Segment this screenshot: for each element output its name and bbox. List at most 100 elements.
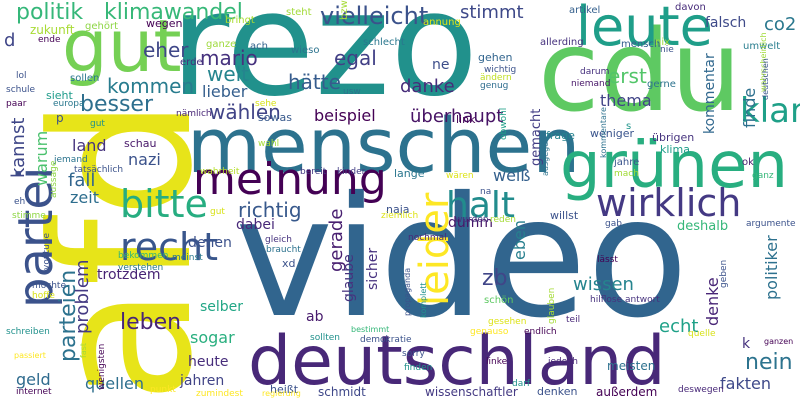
word: gesehen <box>488 317 527 327</box>
word: eben <box>510 220 529 260</box>
word: nochmal <box>408 233 447 243</box>
word: beispiel <box>314 106 376 125</box>
word: gut <box>210 207 225 217</box>
word: p <box>56 111 64 125</box>
word: schau <box>124 137 157 150</box>
word: schule <box>6 85 36 95</box>
word: jedoch <box>548 357 578 367</box>
word: klima <box>660 143 690 156</box>
word: sorry <box>402 349 425 359</box>
word: zumindest <box>196 389 243 399</box>
word: willst <box>550 209 579 222</box>
word: ausgegen <box>541 136 550 176</box>
word: schmidt <box>318 385 366 399</box>
word: bestimmt <box>351 325 390 334</box>
word: egal <box>334 46 377 70</box>
word: danke <box>400 76 455 97</box>
word: na <box>480 187 492 197</box>
word: lieber <box>202 82 248 101</box>
word: deutschen <box>761 58 770 100</box>
word: tatsächlich <box>74 165 124 175</box>
word: bekommen <box>118 251 169 261</box>
word: wären <box>446 171 474 181</box>
word: problem <box>72 259 93 334</box>
word: geben <box>719 259 729 288</box>
word: fakten <box>720 374 771 393</box>
word: ende <box>38 35 61 45</box>
word: quellen <box>85 374 145 393</box>
word: internet <box>16 387 52 397</box>
word: eh <box>14 197 26 207</box>
word: leben <box>120 310 182 335</box>
word: glauben <box>547 287 557 324</box>
word: nazi <box>128 150 161 169</box>
word: hilflose antwort <box>590 295 660 305</box>
word: sowas <box>258 111 292 124</box>
word: quelle <box>688 329 716 339</box>
word: k <box>742 336 751 352</box>
word: finden <box>404 363 433 373</box>
word: darum <box>580 67 610 77</box>
word: warum <box>32 130 51 186</box>
word: kommentar <box>702 53 718 134</box>
word: regierung <box>262 389 301 398</box>
word: ach <box>250 41 268 52</box>
word: sogar <box>190 328 235 347</box>
word: gleich <box>265 235 292 245</box>
word: wenigsten <box>97 343 107 390</box>
word: link <box>456 113 476 126</box>
word: argumente <box>746 219 796 229</box>
word: mach <box>614 169 639 179</box>
word: ganze <box>206 39 237 50</box>
word: schön <box>484 295 514 306</box>
word: zeit <box>70 188 99 207</box>
word: wissenschaftler <box>425 385 518 399</box>
word: frage <box>546 129 575 142</box>
word: propaganda <box>403 267 412 316</box>
word: meinung <box>193 154 387 205</box>
word: selber <box>200 299 244 315</box>
word: gab <box>605 219 622 229</box>
word: allerding <box>540 37 584 48</box>
word: ne <box>432 57 450 73</box>
word: youtube <box>42 232 52 270</box>
word: xd <box>282 257 296 270</box>
word: schlecht <box>363 37 405 48</box>
word-cloud: video afd rezo cdu menschen deutschland … <box>0 0 800 400</box>
word: gut <box>90 119 105 129</box>
word: falsch <box>705 15 747 31</box>
word: nein <box>745 350 793 375</box>
word: reden <box>490 215 516 225</box>
word: genug <box>480 81 509 91</box>
word: genauso <box>470 327 509 337</box>
word: land <box>72 136 107 155</box>
word: nämlich <box>176 109 212 119</box>
word: politik <box>16 0 84 25</box>
word: steht <box>286 7 312 18</box>
word: hoffe <box>32 291 55 301</box>
word: außerdem <box>596 385 658 399</box>
word: niemand <box>571 79 611 89</box>
word: davon <box>675 2 706 13</box>
word: wahrheit <box>200 167 240 177</box>
word: stimmt <box>460 2 524 23</box>
word: passiert <box>14 351 46 360</box>
word: wahl <box>258 139 280 149</box>
word: lol <box>16 71 27 81</box>
word: glaube <box>341 254 357 302</box>
word: heute <box>188 354 229 370</box>
word: geld <box>16 370 51 389</box>
word: politiker <box>762 235 781 300</box>
word: meinst <box>172 253 203 263</box>
word: übrigen <box>652 131 695 144</box>
word: gehen <box>478 51 513 64</box>
word: usw <box>343 87 361 97</box>
word: erde <box>180 57 203 68</box>
word: deshalb <box>677 219 729 234</box>
word: sollen <box>70 73 100 84</box>
word: ganzen <box>764 337 794 346</box>
word: jemand <box>54 155 88 165</box>
word: kommentare <box>599 107 608 158</box>
word: denken <box>537 385 578 398</box>
word: kannst <box>8 117 29 178</box>
